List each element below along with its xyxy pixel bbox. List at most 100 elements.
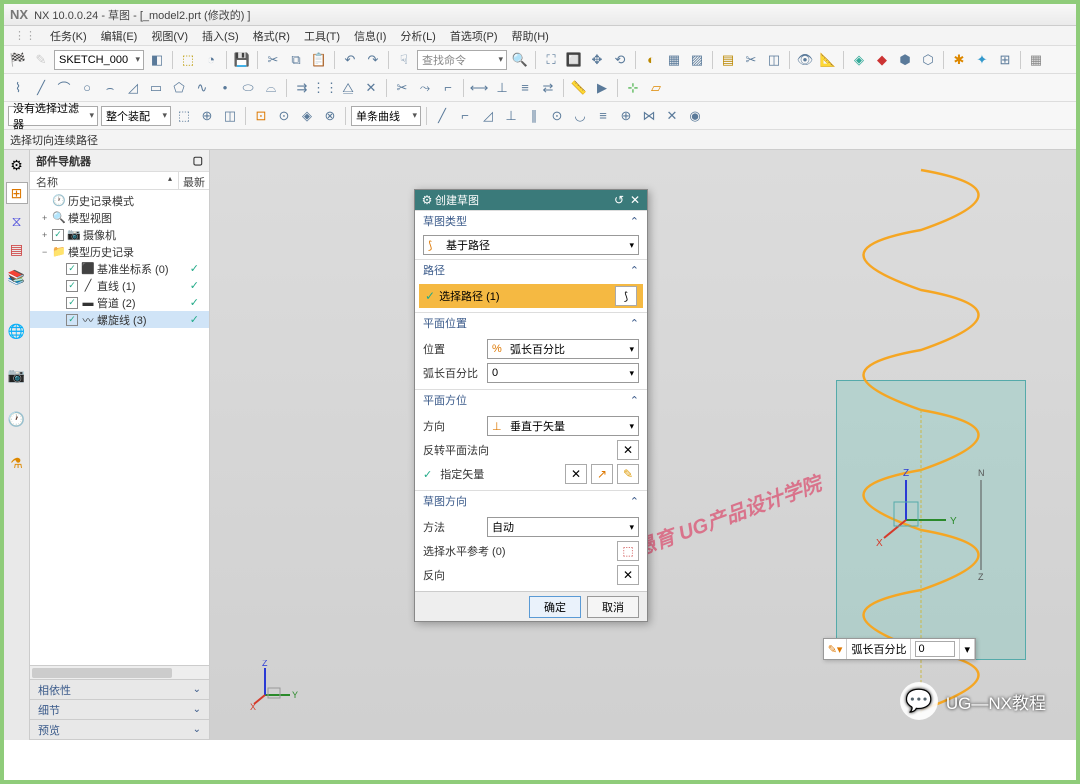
- nav-tree[interactable]: 🕐历史记录模式+🔍模型视图+✓📷摄像机−📁模型历史记录✓⬛基准坐标系 (0)✓✓…: [30, 190, 209, 665]
- menu-view[interactable]: 视图(V): [145, 26, 194, 46]
- dialog-reset-icon[interactable]: ↺: [611, 192, 627, 208]
- s6-icon[interactable]: ⊙: [547, 106, 567, 126]
- tree-row[interactable]: +🔍模型视图: [30, 209, 209, 226]
- menu-info[interactable]: 信息(I): [348, 26, 392, 46]
- vector-btn2[interactable]: ↗: [591, 464, 613, 484]
- tab-books-icon[interactable]: 📚: [6, 266, 28, 288]
- arc-percent-popup[interactable]: ✎▾ 弧长百分比 ▾: [823, 638, 976, 660]
- tree-row[interactable]: ✓▬管道 (2)✓: [30, 294, 209, 311]
- tab-gear-icon[interactable]: ⚙: [6, 154, 28, 176]
- scope-combo[interactable]: 整个装配: [101, 106, 171, 126]
- menu-task[interactable]: 任务(K): [44, 26, 93, 46]
- grid-icon[interactable]: ▦: [1026, 50, 1046, 70]
- curve-combo[interactable]: 单条曲线: [351, 106, 421, 126]
- tree-row[interactable]: +✓📷摄像机: [30, 226, 209, 243]
- ok-button[interactable]: 确定: [529, 596, 581, 618]
- redo-icon[interactable]: ↷: [363, 50, 383, 70]
- s2-icon[interactable]: ⌐: [455, 106, 475, 126]
- layer-icon[interactable]: ▤: [718, 50, 738, 70]
- vector-btn1[interactable]: ✕: [565, 464, 587, 484]
- acc-detail[interactable]: 细节⌄: [30, 700, 209, 720]
- trim-icon[interactable]: ✂: [392, 78, 412, 98]
- tree-row[interactable]: ✓〰螺旋线 (3)✓: [30, 311, 209, 328]
- mirror-icon[interactable]: ⧋: [338, 78, 358, 98]
- sel-icon2[interactable]: ⊕: [197, 106, 217, 126]
- anim-icon[interactable]: ▶: [592, 78, 612, 98]
- horiz-ref-button[interactable]: ⬚: [617, 541, 639, 561]
- finish-sketch-icon[interactable]: 🏁: [8, 50, 28, 70]
- tab-cam-icon[interactable]: 📷: [6, 364, 28, 386]
- snap4-icon[interactable]: ⊗: [320, 106, 340, 126]
- menu-insert[interactable]: 插入(S): [196, 26, 245, 46]
- tab-roles-icon[interactable]: ▤: [6, 238, 28, 260]
- paste-icon[interactable]: 📋: [309, 50, 329, 70]
- polygon-icon[interactable]: ⬠: [169, 78, 189, 98]
- zoom-icon[interactable]: 🔲: [564, 50, 584, 70]
- hidden-icon[interactable]: ▨: [687, 50, 707, 70]
- method-select[interactable]: 自动: [487, 517, 639, 537]
- sel-icon3[interactable]: ◫: [220, 106, 240, 126]
- cut-icon[interactable]: ✂: [263, 50, 283, 70]
- filter-combo[interactable]: 没有选择过滤器: [8, 106, 98, 126]
- misc4-icon[interactable]: ⬡: [918, 50, 938, 70]
- spline-icon[interactable]: ∿: [192, 78, 212, 98]
- copy-icon[interactable]: ⧉: [286, 50, 306, 70]
- menu-edit[interactable]: 编辑(E): [95, 26, 144, 46]
- pattern-icon[interactable]: ⋮⋮: [315, 78, 335, 98]
- tab-process-icon[interactable]: ⚗: [6, 452, 28, 474]
- line-icon[interactable]: ╱: [31, 78, 51, 98]
- tab-history-icon[interactable]: 🕐: [6, 408, 28, 430]
- arc-icon[interactable]: ⌒: [54, 78, 74, 98]
- tree-row[interactable]: 🕐历史记录模式: [30, 192, 209, 209]
- clip-icon[interactable]: ✂: [741, 50, 761, 70]
- tab-hourglass-icon[interactable]: ⧖: [6, 210, 28, 232]
- misc1-icon[interactable]: ◈: [849, 50, 869, 70]
- dialog-close-icon[interactable]: ✕: [627, 192, 643, 208]
- menu-format[interactable]: 格式(R): [247, 26, 296, 46]
- axis-icon[interactable]: ⊹: [623, 78, 643, 98]
- dim-icon[interactable]: ⟷: [469, 78, 489, 98]
- select-path-row[interactable]: ✓ 选择路径 (1) ⟆: [419, 284, 643, 308]
- fit-icon[interactable]: ⛶: [541, 50, 561, 70]
- extend-icon[interactable]: ⤳: [415, 78, 435, 98]
- sketch-type-select[interactable]: ⟆基于路径: [423, 235, 639, 255]
- ellipse-icon[interactable]: ⬭: [238, 78, 258, 98]
- dir-select[interactable]: ⊥垂直于矢量: [487, 416, 639, 436]
- intersect-icon[interactable]: ✕: [361, 78, 381, 98]
- s8-icon[interactable]: ≡: [593, 106, 613, 126]
- cancel-button[interactable]: 取消: [587, 596, 639, 618]
- sel-icon1[interactable]: ⬚: [174, 106, 194, 126]
- pos-select[interactable]: %弧长百分比: [487, 339, 639, 359]
- misc5-icon[interactable]: ✱: [949, 50, 969, 70]
- sec-path-head[interactable]: 路径: [423, 262, 445, 278]
- command-search[interactable]: 查找命令: [417, 50, 507, 70]
- snap1-icon[interactable]: ⊡: [251, 106, 271, 126]
- sec-planepos-head[interactable]: 平面位置: [423, 315, 467, 331]
- s1-icon[interactable]: ╱: [432, 106, 452, 126]
- offset-icon[interactable]: ⇉: [292, 78, 312, 98]
- s3-icon[interactable]: ◿: [478, 106, 498, 126]
- curve-tool-icon[interactable]: ⟆: [615, 286, 637, 306]
- search-icon[interactable]: 🔍: [510, 50, 530, 70]
- cube-icon[interactable]: ⬚: [178, 50, 198, 70]
- conv-icon[interactable]: ⇄: [538, 78, 558, 98]
- tree-row[interactable]: ✓⬛基准坐标系 (0)✓: [30, 260, 209, 277]
- s10-icon[interactable]: ⋈: [639, 106, 659, 126]
- menu-prefs[interactable]: 首选项(P): [444, 26, 504, 46]
- show-hide-icon[interactable]: 👁: [795, 50, 815, 70]
- measure-icon[interactable]: 📐: [818, 50, 838, 70]
- menu-grip[interactable]: ⋮⋮: [8, 27, 42, 44]
- misc2-icon[interactable]: ◆: [872, 50, 892, 70]
- edit-section-icon[interactable]: ◫: [764, 50, 784, 70]
- dialog-gear-icon[interactable]: ⚙: [419, 192, 435, 208]
- chamfer-icon[interactable]: ◿: [123, 78, 143, 98]
- misc3-icon[interactable]: ⬢: [895, 50, 915, 70]
- show-dim-icon[interactable]: 📏: [569, 78, 589, 98]
- fillet-icon[interactable]: ⌢: [100, 78, 120, 98]
- rect-icon[interactable]: ▭: [146, 78, 166, 98]
- nav-col-name[interactable]: 名称: [30, 172, 179, 189]
- reverse-button[interactable]: ✕: [617, 565, 639, 585]
- popup-icon[interactable]: ✎▾: [824, 639, 848, 659]
- corner-icon[interactable]: ⌐: [438, 78, 458, 98]
- tab-web-icon[interactable]: 🌐: [6, 320, 28, 342]
